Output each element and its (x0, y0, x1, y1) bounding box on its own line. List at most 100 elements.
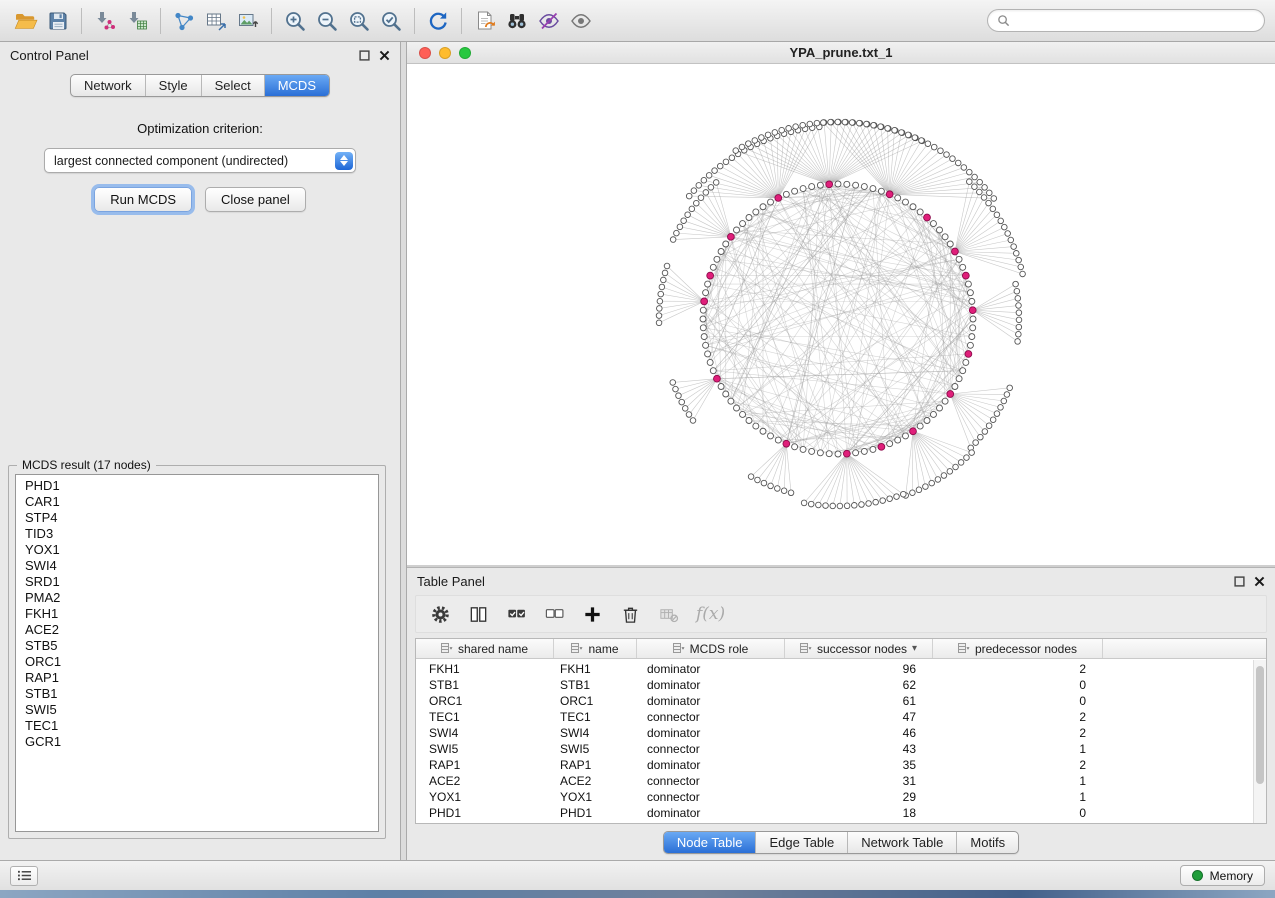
mcds-result-item[interactable]: FKH1 (16, 606, 378, 622)
zoom-in-button[interactable] (279, 5, 311, 37)
table-cell[interactable]: connector (637, 790, 785, 804)
table-cell[interactable]: 1 (933, 790, 1103, 804)
refresh-button[interactable] (422, 5, 454, 37)
table-cell[interactable]: 2 (933, 710, 1103, 724)
new-network-button[interactable] (168, 5, 200, 37)
table-cell[interactable]: 43 (785, 742, 933, 756)
import-table-button[interactable] (121, 5, 153, 37)
tab-mcds[interactable]: MCDS (264, 75, 329, 96)
table-cell[interactable]: 0 (933, 806, 1103, 820)
function-builder-button[interactable]: f(x) (696, 604, 725, 624)
table-row[interactable]: YOX1YOX1connector291 (416, 789, 1266, 805)
mcds-result-item[interactable]: PHD1 (16, 478, 378, 494)
table-cell[interactable]: dominator (637, 758, 785, 772)
mcds-result-item[interactable]: RAP1 (16, 670, 378, 686)
table-cell[interactable]: ACE2 (416, 774, 554, 788)
table-settings-button[interactable] (430, 604, 451, 625)
table-cell[interactable]: ORC1 (554, 694, 637, 708)
table-cell[interactable]: ACE2 (554, 774, 637, 788)
minimize-window-icon[interactable] (439, 47, 451, 59)
table-tab-network-table[interactable]: Network Table (847, 832, 956, 853)
table-cell[interactable]: 96 (785, 662, 933, 676)
table-cell[interactable]: 29 (785, 790, 933, 804)
table-cell[interactable]: 2 (933, 726, 1103, 740)
import-network-button[interactable] (89, 5, 121, 37)
mcds-result-item[interactable]: SWI5 (16, 702, 378, 718)
table-row[interactable]: SWI4SWI4dominator462 (416, 725, 1266, 741)
table-cell[interactable]: dominator (637, 678, 785, 692)
scrollbar-thumb[interactable] (1256, 666, 1264, 784)
table-cell[interactable]: 0 (933, 694, 1103, 708)
mcds-result-item[interactable]: STB1 (16, 686, 378, 702)
mcds-result-item[interactable]: ORC1 (16, 654, 378, 670)
network-window-titlebar[interactable]: YPA_prune.txt_1 (407, 42, 1275, 64)
close-panel-icon[interactable] (1254, 576, 1265, 587)
table-cell[interactable]: SWI4 (416, 726, 554, 740)
export-image-button[interactable] (232, 5, 264, 37)
show-columns-button[interactable] (468, 604, 489, 625)
table-cell[interactable]: 47 (785, 710, 933, 724)
table-cell[interactable]: PHD1 (416, 806, 554, 820)
table-tab-node-table[interactable]: Node Table (664, 832, 756, 853)
table-cell[interactable]: TEC1 (416, 710, 554, 724)
table-cell[interactable]: YOX1 (416, 790, 554, 804)
task-history-button[interactable] (10, 866, 38, 886)
run-mcds-button[interactable]: Run MCDS (94, 187, 192, 212)
table-cell[interactable]: RAP1 (554, 758, 637, 772)
close-panel-icon[interactable] (379, 50, 390, 61)
column-header-name[interactable]: name (554, 639, 637, 658)
table-cell[interactable]: 2 (933, 662, 1103, 676)
table-cell[interactable]: 62 (785, 678, 933, 692)
mcds-result-item[interactable]: CAR1 (16, 494, 378, 510)
memory-button[interactable]: Memory (1180, 865, 1265, 886)
mcds-result-item[interactable]: TEC1 (16, 718, 378, 734)
mcds-result-item[interactable]: STB5 (16, 638, 378, 654)
column-header-shared-name[interactable]: shared name (416, 639, 554, 658)
table-cell[interactable]: dominator (637, 662, 785, 676)
table-cell[interactable]: 18 (785, 806, 933, 820)
add-column-button[interactable] (582, 604, 603, 625)
search-input[interactable] (1016, 14, 1255, 28)
mcds-result-list[interactable]: PHD1CAR1STP4TID3YOX1SWI4SRD1PMA2FKH1ACE2… (15, 474, 379, 832)
column-header-successor-nodes[interactable]: successor nodes▾ (785, 639, 933, 658)
table-row[interactable]: FKH1FKH1dominator962 (416, 661, 1266, 677)
table-cell[interactable]: connector (637, 774, 785, 788)
column-header-predecessor-nodes[interactable]: predecessor nodes (933, 639, 1103, 658)
zoom-out-button[interactable] (311, 5, 343, 37)
table-cell[interactable]: connector (637, 742, 785, 756)
table-cell[interactable]: 0 (933, 678, 1103, 692)
mcds-result-item[interactable]: GCR1 (16, 734, 378, 750)
save-button[interactable] (42, 5, 74, 37)
tab-network[interactable]: Network (71, 75, 145, 96)
table-row[interactable]: PHD1PHD1dominator180 (416, 805, 1266, 821)
table-cell[interactable]: YOX1 (554, 790, 637, 804)
table-cell[interactable]: 35 (785, 758, 933, 772)
table-cell[interactable]: dominator (637, 694, 785, 708)
table-cell[interactable]: 31 (785, 774, 933, 788)
delete-column-button[interactable] (620, 604, 641, 625)
close-panel-button[interactable]: Close panel (205, 187, 306, 212)
table-cell[interactable]: TEC1 (554, 710, 637, 724)
table-cell[interactable]: RAP1 (416, 758, 554, 772)
open-file-button[interactable] (10, 5, 42, 37)
table-cell[interactable]: FKH1 (554, 662, 637, 676)
table-cell[interactable]: 2 (933, 758, 1103, 772)
table-cell[interactable]: SWI5 (554, 742, 637, 756)
find-button[interactable] (501, 5, 533, 37)
table-cell[interactable]: SWI4 (554, 726, 637, 740)
show-graphics-button[interactable] (565, 5, 597, 37)
table-scrollbar[interactable] (1253, 660, 1266, 823)
mcds-result-item[interactable]: PMA2 (16, 590, 378, 606)
zoom-selected-button[interactable] (375, 5, 407, 37)
table-cell[interactable]: connector (637, 710, 785, 724)
table-row[interactable]: SWI5SWI5connector431 (416, 741, 1266, 757)
table-cell[interactable]: 61 (785, 694, 933, 708)
zoom-fit-button[interactable] (343, 5, 375, 37)
table-cell[interactable]: 1 (933, 742, 1103, 756)
table-cell[interactable]: ORC1 (416, 694, 554, 708)
table-tab-motifs[interactable]: Motifs (956, 832, 1018, 853)
maximize-window-icon[interactable] (459, 47, 471, 59)
column-header-MCDS-role[interactable]: MCDS role (637, 639, 785, 658)
table-cell[interactable]: dominator (637, 726, 785, 740)
network-table-button[interactable] (200, 5, 232, 37)
